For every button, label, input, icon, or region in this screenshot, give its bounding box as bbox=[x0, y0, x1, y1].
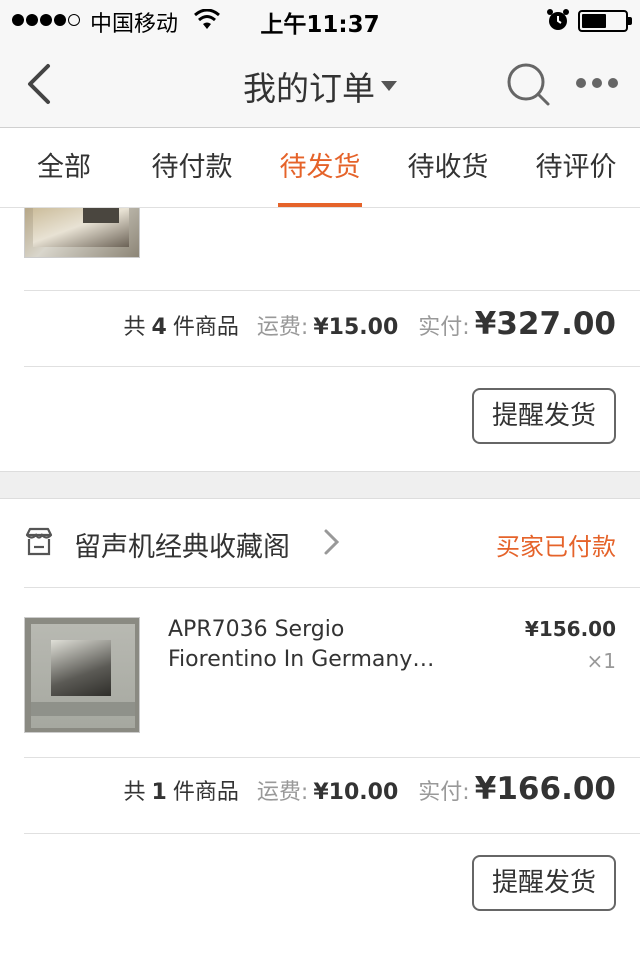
item-count-suffix: 件商品 bbox=[172, 315, 239, 340]
status-time: 上午11:37 bbox=[260, 12, 380, 38]
paid-total: ¥166.00 bbox=[474, 771, 616, 807]
remind-shipment-button[interactable]: 提醒发货 bbox=[472, 388, 616, 444]
shop-icon bbox=[25, 527, 53, 556]
item-count: 1 bbox=[151, 780, 167, 805]
paid-total: ¥327.00 bbox=[474, 306, 616, 342]
divider bbox=[24, 833, 640, 834]
shipping-label: 运费: bbox=[256, 780, 309, 805]
product-title[interactable]: APR7036 Sergio Fiorentino In Germany… bbox=[168, 615, 468, 675]
product-thumbnail[interactable] bbox=[24, 617, 140, 733]
shop-name[interactable]: 留声机经典收藏阁 bbox=[74, 525, 290, 564]
divider bbox=[24, 757, 640, 758]
more-dots-icon[interactable] bbox=[574, 66, 620, 100]
dropdown-caret-icon bbox=[381, 81, 397, 91]
order-tabs: 全部 待付款 待发货 待收货 待评价 bbox=[0, 128, 640, 208]
item-count-prefix: 共 bbox=[123, 780, 146, 805]
order-summary: 共 1 件商品 运费: ¥10.00 实付: ¥166.00 bbox=[0, 771, 616, 807]
order-list[interactable]: 共 4 件商品 运费: ¥15.00 实付: ¥327.00 提醒发货 留声机经典收藏阁… bbox=[0, 208, 640, 960]
product-quantity: ×1 bbox=[586, 649, 616, 673]
page-title: 我的订单 bbox=[243, 69, 375, 108]
shipping-fee: ¥10.00 bbox=[313, 780, 399, 805]
paid-label: 实付: bbox=[418, 780, 470, 805]
product-price: ¥156.00 bbox=[524, 617, 616, 641]
order-card: 共 4 件商品 运费: ¥15.00 实付: ¥327.00 提醒发货 bbox=[0, 208, 640, 472]
shipping-label: 运费: bbox=[256, 315, 309, 340]
product-title-line2: Fiorentino In Germany… bbox=[168, 647, 435, 672]
tab-pending-review[interactable]: 待评价 bbox=[512, 128, 640, 207]
divider bbox=[24, 587, 640, 588]
shipping-fee: ¥15.00 bbox=[313, 315, 399, 340]
order-card: 留声机经典收藏阁 买家已付款 APR7036 Sergio Fiorentino… bbox=[0, 498, 640, 960]
nav-bar: 我的订单 bbox=[0, 40, 640, 128]
item-count-prefix: 共 bbox=[123, 315, 146, 340]
tab-pending-payment[interactable]: 待付款 bbox=[128, 128, 256, 207]
item-count-suffix: 件商品 bbox=[172, 780, 239, 805]
tab-all[interactable]: 全部 bbox=[0, 128, 128, 207]
remind-shipment-button[interactable]: 提醒发货 bbox=[472, 855, 616, 911]
tab-pending-receipt[interactable]: 待收货 bbox=[384, 128, 512, 207]
paid-label: 实付: bbox=[418, 315, 470, 340]
divider bbox=[24, 366, 640, 367]
order-summary: 共 4 件商品 运费: ¥15.00 实付: ¥327.00 bbox=[0, 306, 616, 342]
alarm-icon bbox=[547, 9, 569, 30]
tab-pending-shipment[interactable]: 待发货 bbox=[256, 128, 384, 207]
search-icon[interactable] bbox=[504, 60, 552, 108]
item-count: 4 bbox=[151, 315, 167, 340]
product-thumbnail[interactable] bbox=[24, 208, 140, 258]
divider bbox=[24, 290, 640, 291]
product-title-line1: APR7036 Sergio bbox=[168, 617, 345, 642]
battery-icon bbox=[578, 10, 632, 32]
shop-row[interactable]: 留声机经典收藏阁 买家已付款 bbox=[0, 499, 640, 587]
chevron-right-icon bbox=[324, 529, 340, 555]
status-bar: 中国移动 上午11:37 bbox=[0, 0, 640, 40]
order-status: 买家已付款 bbox=[496, 533, 616, 561]
